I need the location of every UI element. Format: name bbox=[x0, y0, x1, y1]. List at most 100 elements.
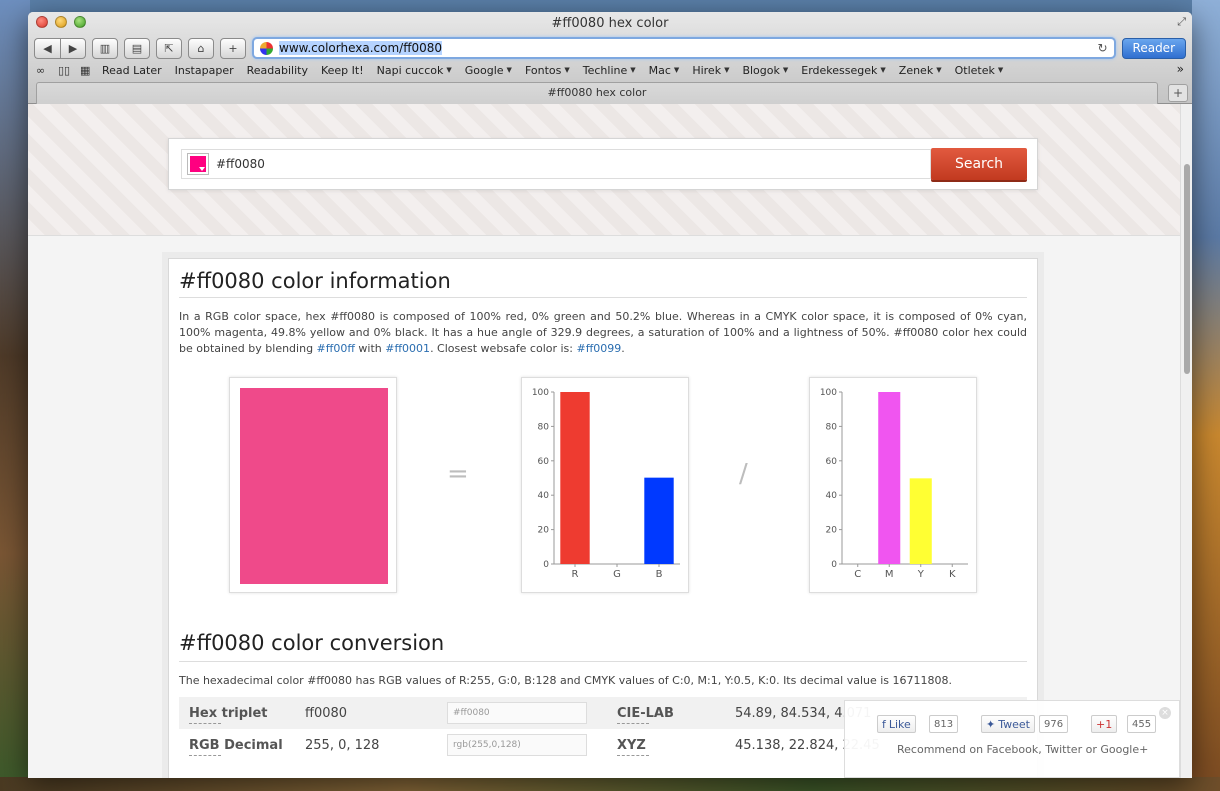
y-tick-label: 20 bbox=[826, 526, 838, 536]
bookmark-item[interactable]: Napi cuccok ▼ bbox=[377, 64, 452, 77]
blend-link-1[interactable]: #ff00ff bbox=[317, 342, 355, 355]
bookmark-item[interactable]: Zenek ▼ bbox=[899, 64, 942, 77]
row-input[interactable]: #ff0080 bbox=[447, 702, 587, 724]
search-input[interactable]: #ff0080 bbox=[181, 149, 931, 179]
bookmark-label: Instapaper bbox=[174, 63, 234, 77]
info-heading: #ff0080 color information bbox=[179, 269, 451, 293]
divider bbox=[179, 661, 1027, 662]
page-content: #ff0080 Search #ff0080 color information… bbox=[28, 104, 1180, 778]
x-tick-label: K bbox=[949, 569, 956, 580]
y-tick-label: 60 bbox=[538, 457, 550, 467]
dropdown-caret-icon: ▼ bbox=[506, 66, 512, 74]
share-button[interactable]: ⇱ bbox=[156, 37, 182, 59]
close-icon[interactable]: × bbox=[1159, 707, 1171, 719]
bookmark-item[interactable]: Otletek ▼ bbox=[955, 64, 1004, 77]
reload-icon[interactable]: ↻ bbox=[1097, 41, 1107, 55]
reading-list-icon: ▤ bbox=[131, 41, 143, 55]
fullscreen-icon[interactable]: ⤢ bbox=[1177, 15, 1186, 29]
row-key-2: XYZ bbox=[617, 737, 649, 756]
color-swatch bbox=[240, 388, 388, 584]
sidebar-button[interactable]: ▥ bbox=[92, 37, 118, 59]
equals-sign: = bbox=[447, 459, 469, 489]
plus-icon: + bbox=[228, 41, 238, 55]
dropdown-caret-icon: ▼ bbox=[997, 66, 1004, 74]
websafe-link[interactable]: #ff0099 bbox=[577, 342, 622, 355]
bookmark-label: Hirek bbox=[692, 63, 722, 77]
x-tick-label: G bbox=[613, 569, 621, 580]
bookmark-label: Erdekessegek bbox=[801, 63, 878, 77]
row-input[interactable]: rgb(255,0,128) bbox=[447, 734, 587, 756]
bookmark-item[interactable]: Read Later bbox=[102, 64, 162, 77]
y-tick-label: 40 bbox=[538, 491, 550, 501]
search-button[interactable]: Search bbox=[931, 148, 1027, 180]
desktop-wallpaper-right bbox=[1192, 0, 1220, 791]
search-value: #ff0080 bbox=[216, 157, 265, 171]
reading-glasses-icon[interactable]: ∞ bbox=[36, 64, 52, 77]
address-bar[interactable]: www.colorhexa.com/ff0080 ↻ bbox=[252, 37, 1116, 59]
bookmark-item[interactable]: Keep It! bbox=[321, 64, 364, 77]
back-button[interactable]: ◀ bbox=[34, 37, 60, 59]
bookmark-item[interactable]: Mac ▼ bbox=[649, 64, 680, 77]
nav-buttons: ◀ ▶ bbox=[34, 37, 86, 59]
row-value: 255, 0, 128 bbox=[305, 737, 380, 753]
dropdown-caret-icon: ▼ bbox=[630, 66, 636, 74]
y-tick-label: 100 bbox=[820, 388, 837, 398]
top-sites-grid-icon[interactable]: ▦ bbox=[80, 64, 96, 77]
search-hero: #ff0080 Search bbox=[28, 104, 1180, 236]
share-icon: ⇱ bbox=[164, 41, 174, 55]
bookmark-item[interactable]: Fontos ▼ bbox=[525, 64, 570, 77]
bookmark-label: Fontos bbox=[524, 63, 562, 77]
tab-active[interactable]: #ff0080 hex color bbox=[36, 82, 1158, 104]
cmyk-bar-chart: 0 20 40 60 80 100 C M Y K bbox=[816, 384, 970, 586]
scrollbar-thumb[interactable] bbox=[1184, 164, 1190, 374]
dropdown-caret-icon: ▼ bbox=[880, 66, 886, 74]
search-box: #ff0080 Search bbox=[168, 138, 1038, 190]
bookmark-item[interactable]: Instapaper bbox=[175, 64, 234, 77]
x-tick-label: R bbox=[572, 569, 579, 580]
color-picker-swatch[interactable] bbox=[187, 153, 209, 175]
vertical-scrollbar[interactable] bbox=[1180, 104, 1192, 778]
forward-button[interactable]: ▶ bbox=[60, 37, 86, 59]
desktop-wallpaper-bottom bbox=[0, 777, 1220, 791]
dropdown-caret-icon: ▼ bbox=[936, 66, 942, 74]
row-key-2: CIE-LAB bbox=[617, 705, 674, 724]
new-tab-button[interactable]: + bbox=[1168, 84, 1188, 102]
bookmark-item[interactable]: Google ▼ bbox=[465, 64, 512, 77]
bookmark-item[interactable]: Hirek ▼ bbox=[692, 64, 729, 77]
add-bookmark-button[interactable]: + bbox=[220, 37, 246, 59]
browser-window: #ff0080 hex color ⤢ ◀ ▶ ▥ ▤ ⇱ ⌂ + www.co… bbox=[28, 12, 1192, 778]
bookmark-item[interactable]: Techline ▼ bbox=[583, 64, 636, 77]
bookmark-item[interactable]: Blogok ▼ bbox=[742, 64, 788, 77]
url-text[interactable]: www.colorhexa.com/ff0080 bbox=[279, 41, 1091, 55]
bookmark-label: Read Later bbox=[102, 63, 162, 77]
color-swatch-card bbox=[229, 377, 397, 593]
y-tick-label: 40 bbox=[826, 491, 838, 501]
google-plus-button[interactable]: +1 bbox=[1091, 715, 1118, 733]
bookmark-item[interactable]: Readability bbox=[247, 64, 308, 77]
y-tick-label: 60 bbox=[826, 457, 838, 467]
bookmarks-icon: ▥ bbox=[99, 41, 111, 55]
row-value: ff0080 bbox=[305, 705, 348, 721]
tweet-button[interactable]: ✦ Tweet bbox=[981, 715, 1035, 733]
y-tick-label: 0 bbox=[543, 560, 549, 570]
more-bookmarks-icon[interactable]: » bbox=[1177, 62, 1184, 76]
rgb-chart-card: 0 20 40 60 80 100 R G B bbox=[521, 377, 689, 593]
y-tick-label: 0 bbox=[831, 560, 837, 570]
rgb-bar-chart: 0 20 40 60 80 100 R G B bbox=[528, 384, 682, 586]
dropdown-caret-icon: ▼ bbox=[564, 66, 570, 74]
bar-m bbox=[878, 392, 901, 564]
y-tick-label: 100 bbox=[532, 388, 549, 398]
facebook-like-button[interactable]: f Like bbox=[877, 715, 916, 733]
cmyk-chart-card: 0 20 40 60 80 100 C M Y K bbox=[809, 377, 977, 593]
y-tick-label: 20 bbox=[538, 526, 550, 536]
x-tick-label: B bbox=[656, 569, 663, 580]
bookmark-item[interactable]: Erdekessegek ▼ bbox=[801, 64, 886, 77]
x-tick-label: M bbox=[885, 569, 894, 580]
home-button[interactable]: ⌂ bbox=[188, 37, 214, 59]
book-icon[interactable]: ▯▯ bbox=[58, 64, 74, 77]
reader-button[interactable]: Reader bbox=[1121, 37, 1186, 59]
reading-list-button[interactable]: ▤ bbox=[124, 37, 150, 59]
blend-link-2[interactable]: #ff0001 bbox=[385, 342, 430, 355]
y-tick-label: 80 bbox=[826, 422, 838, 432]
conversion-text: The hexadecimal color #ff0080 has RGB va… bbox=[179, 674, 953, 687]
